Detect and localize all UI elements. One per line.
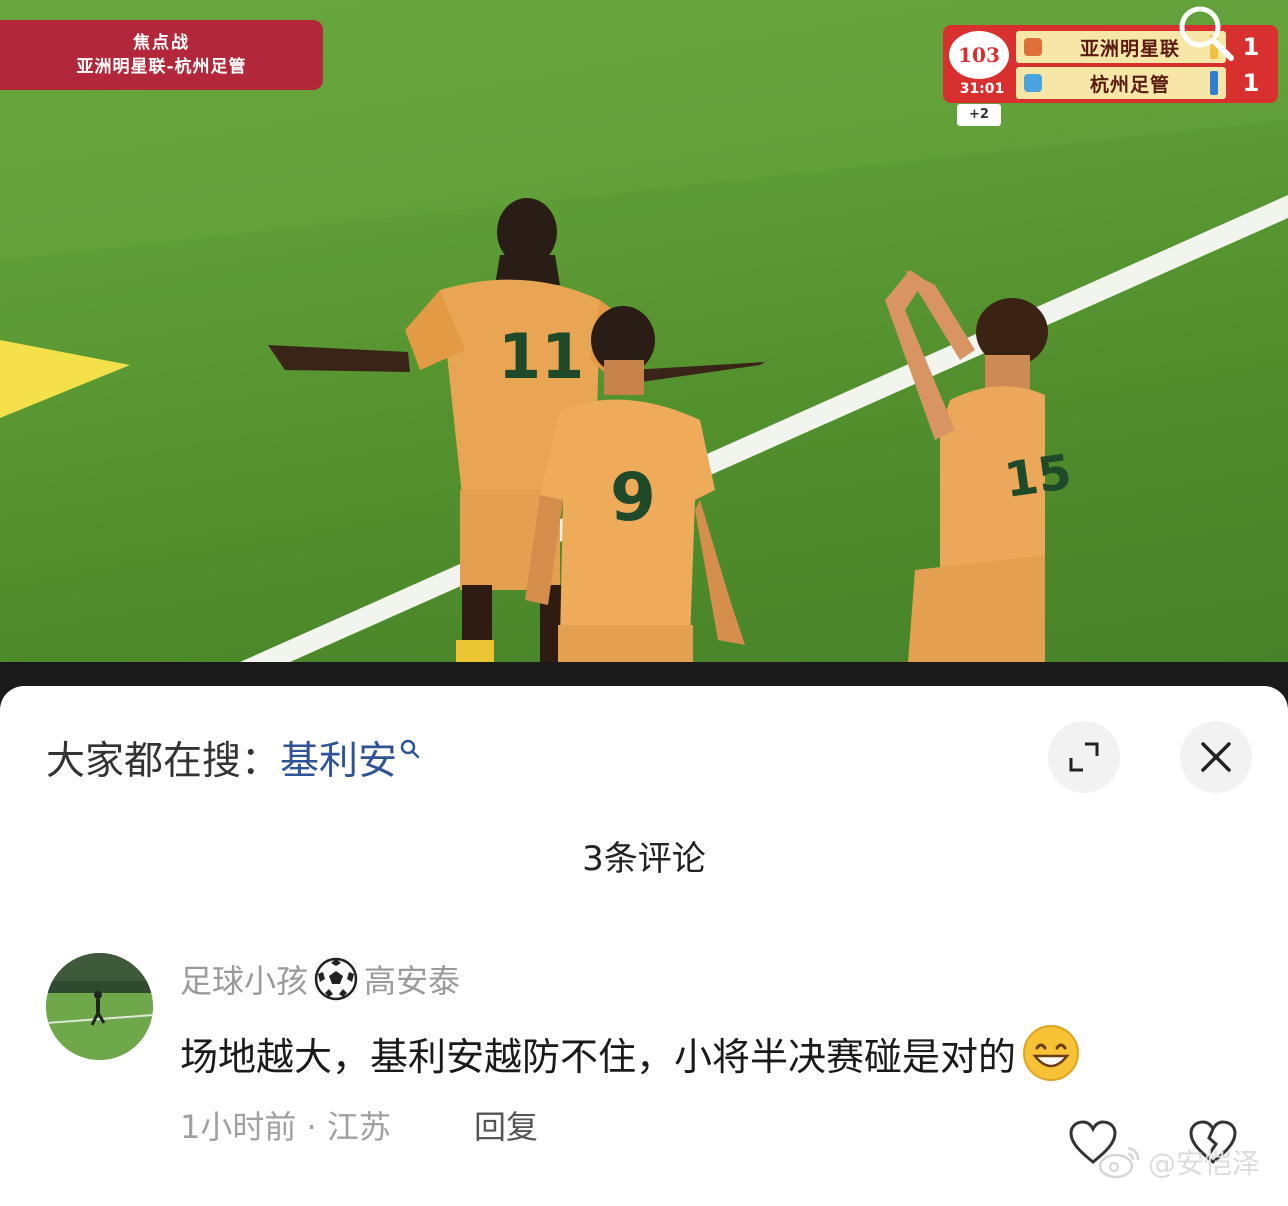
watermark-text: @安恺泽 bbox=[1148, 1147, 1261, 1180]
grinning-emoji-icon bbox=[1023, 1025, 1080, 1081]
username-part1: 足球小孩 bbox=[180, 962, 309, 1000]
video-frame[interactable]: 11 9 15 焦点战 亚洲明星联-杭州足管 103 31:01 亚洲明星联 杭… bbox=[0, 0, 1288, 662]
jersey-number-15: 15 bbox=[1001, 444, 1075, 509]
hot-search-keyword[interactable]: 基利安 bbox=[280, 730, 397, 786]
jersey-number-11: 11 bbox=[498, 320, 584, 393]
weibo-logo-icon bbox=[1098, 1146, 1140, 1179]
banner-matchup: 亚洲明星联-杭州足管 bbox=[76, 57, 247, 77]
scoreboard-team2-row: 杭州足管 bbox=[1016, 67, 1226, 99]
team2-color-bar bbox=[1210, 71, 1218, 95]
soccer-ball-icon bbox=[314, 957, 358, 1001]
comment-text: 场地越大，基利安越防不住，小将半决赛碰是对的 bbox=[180, 1034, 1017, 1079]
comment-sheet-backdrop: 大家都在搜： 基利安 3条评论 足球小孩 高安泰 场地越大，基利安越防不住，小将… bbox=[0, 662, 1288, 1206]
hot-search-bar[interactable]: 大家都在搜： 基利安 bbox=[46, 730, 421, 786]
team2-score: 1 bbox=[1242, 69, 1260, 97]
comment-count-title: 3条评论 bbox=[582, 839, 706, 879]
reply-button[interactable]: 回复 bbox=[474, 1102, 538, 1148]
search-icon bbox=[400, 739, 420, 759]
comment-panel: 大家都在搜： 基利安 3条评论 足球小孩 高安泰 场地越大，基利安越防不住，小将… bbox=[0, 686, 1288, 1206]
close-button[interactable] bbox=[1180, 721, 1252, 793]
avatar-image bbox=[46, 953, 153, 1060]
hot-search-prefix: 大家都在搜： bbox=[46, 739, 281, 784]
match-banner: 焦点战 亚洲明星联-杭州足管 bbox=[0, 20, 323, 90]
team1-badge-icon bbox=[1024, 38, 1042, 56]
expand-button[interactable] bbox=[1048, 721, 1120, 793]
added-time-badge: +2 bbox=[957, 104, 1001, 126]
comment-body: 场地越大，基利安越防不住，小将半决赛碰是对的 bbox=[180, 1024, 1080, 1082]
jersey-number-9: 9 bbox=[610, 459, 656, 536]
match-clock: 31:01 bbox=[959, 81, 1005, 97]
tournament-logo: 103 bbox=[949, 31, 1009, 79]
banner-title: 焦点战 bbox=[133, 33, 190, 53]
weibo-watermark: @安恺泽 bbox=[1098, 1142, 1260, 1182]
avatar[interactable] bbox=[46, 953, 153, 1060]
team2-badge-icon bbox=[1024, 74, 1042, 92]
expand-icon bbox=[1069, 742, 1099, 772]
comment-meta: 1小时前 · 江苏 bbox=[180, 1108, 391, 1146]
comment-username[interactable]: 足球小孩 高安泰 bbox=[180, 956, 460, 1002]
team2-name: 杭州足管 bbox=[1089, 73, 1170, 96]
username-part2: 高安泰 bbox=[364, 962, 461, 1000]
search-icon[interactable] bbox=[1168, 0, 1238, 70]
close-icon bbox=[1201, 742, 1231, 772]
